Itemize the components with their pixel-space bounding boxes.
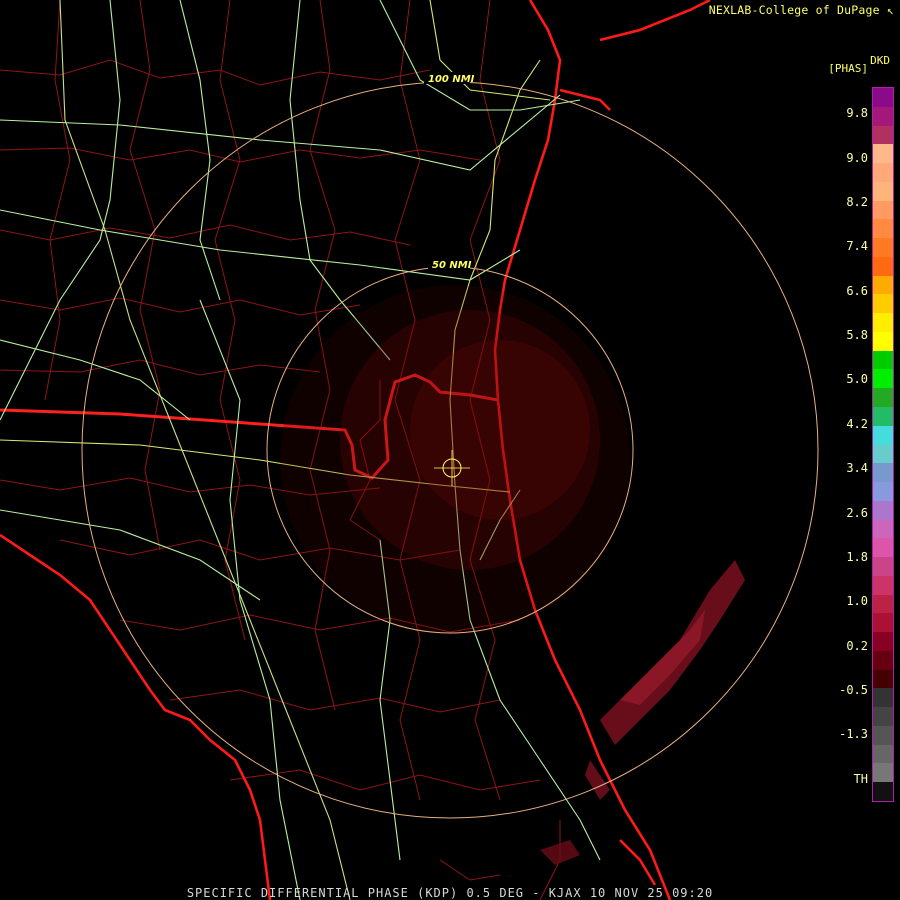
colorbar-tick-label: TH: [853, 772, 868, 786]
colorbar-frame: [872, 87, 894, 802]
credit-label: NEXLAB-College of DuPage ↖: [709, 3, 894, 17]
colorbar-tick-label: 7.4: [846, 239, 868, 253]
colorbar-tick-label: 5.8: [846, 328, 868, 342]
colorbar-tick-label: 1.8: [846, 550, 868, 564]
inner-ring-label: 50 NMI: [432, 260, 472, 271]
nexlab-corner-icon[interactable]: ↖: [887, 3, 894, 17]
colorbar-tick-label: 3.4: [846, 461, 868, 475]
colorbar-tick-label: 5.0: [846, 372, 868, 386]
colorbar-tick-label: 9.8: [846, 106, 868, 120]
colorbar-tick-label: 8.2: [846, 195, 868, 209]
outer-ring-label: 100 NMI: [428, 74, 475, 85]
product-code: DKD: [870, 54, 890, 67]
colorbar-tick-label: 1.0: [846, 594, 868, 608]
colorbar-tick-label: 2.6: [846, 506, 868, 520]
colorbar-tick-label: 4.2: [846, 417, 868, 431]
colorbar-tick-label: 0.2: [846, 639, 868, 653]
product-caption: SPECIFIC DIFFERENTIAL PHASE (KDP) 0.5 DE…: [186, 886, 714, 900]
colorbar-tick-label: -1.3: [839, 727, 868, 741]
colorbar-tick-label: 9.0: [846, 151, 868, 165]
colorbar: [872, 87, 894, 802]
colorbar-tick-label: -0.5: [839, 683, 868, 697]
credit-text: NEXLAB-College of DuPage: [708, 3, 880, 17]
radar-map: 100 NMI 50 NMI: [0, 0, 900, 900]
colorbar-tick-label: 6.6: [846, 284, 868, 298]
unit-label: [PHAS]: [828, 62, 868, 75]
